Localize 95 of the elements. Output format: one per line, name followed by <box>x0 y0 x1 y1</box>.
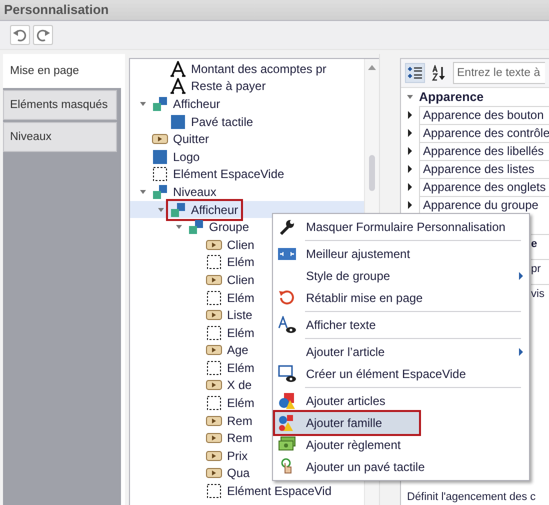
expand-icon[interactable] <box>408 183 412 191</box>
categorized-button[interactable] <box>405 63 425 83</box>
tree-item[interactable]: Rem <box>227 431 252 446</box>
menu-item[interactable]: Meilleur ajustement <box>275 243 527 265</box>
menu-item[interactable]: Masquer Formulaire Personnalisation <box>275 216 527 238</box>
expand-icon[interactable] <box>408 111 412 119</box>
expander-icon[interactable] <box>140 190 146 194</box>
tile-icon <box>152 148 168 165</box>
property-value: pr <box>531 259 549 278</box>
tree-item[interactable]: Clien <box>227 238 254 252</box>
menu-item[interactable]: Afficher texte <box>275 314 527 336</box>
empty-space-icon <box>206 254 222 270</box>
text-field-icon <box>170 60 186 77</box>
tree-item[interactable]: Elém <box>227 326 254 340</box>
tree-item[interactable]: X de <box>227 378 252 392</box>
empty-space-icon <box>152 166 168 182</box>
menu-item[interactable]: Créer un élément EspaceVide <box>275 363 527 385</box>
fit-icon <box>278 245 296 263</box>
shapes-icon <box>278 414 296 432</box>
expand-icon[interactable] <box>408 201 412 209</box>
undo-button[interactable] <box>10 25 30 45</box>
menu-item[interactable]: Ajouter l’article <box>275 341 527 363</box>
scroll-thumb[interactable] <box>369 155 375 191</box>
expand-icon[interactable] <box>408 165 412 173</box>
window-title: Personnalisation <box>4 2 109 17</box>
tree-item[interactable]: Niveaux <box>173 184 216 199</box>
menu-item[interactable]: Ajouter un pavé tactile <box>275 456 527 478</box>
tree-item[interactable]: Elément EspaceVide <box>173 167 284 182</box>
empty-space-icon <box>206 395 222 412</box>
tab[interactable]: Mise en page <box>3 54 121 88</box>
property-name: Apparence des libellés <box>419 142 549 160</box>
tree-item[interactable]: Clien <box>227 272 254 287</box>
expander-icon[interactable] <box>158 208 164 212</box>
tab[interactable]: Eléments masqués <box>3 90 117 120</box>
wrench-icon <box>278 218 296 236</box>
group-icon <box>188 219 204 236</box>
expand-icon[interactable] <box>408 129 412 137</box>
sort-icon <box>431 65 447 81</box>
property-name: Apparence des bouton <box>419 106 549 124</box>
tree-item[interactable]: Reste à payer <box>191 79 266 94</box>
menu-item[interactable]: Ajouter règlement <box>275 434 527 456</box>
search-field[interactable]: Entrez le texte à <box>453 62 545 84</box>
group-icon <box>152 96 168 112</box>
shapes-icon <box>278 392 296 410</box>
undo-icon <box>12 27 28 43</box>
tree-item[interactable]: Logo <box>173 150 200 164</box>
reset-icon <box>278 289 296 307</box>
submenu-arrow-icon <box>519 272 523 280</box>
tab[interactable]: Niveaux <box>3 122 117 152</box>
empty-space-icon <box>206 483 222 500</box>
tree-item[interactable]: Montant des acomptes pr <box>191 62 326 76</box>
expander-icon[interactable] <box>140 102 146 106</box>
property-name: Apparence des contrôle <box>419 124 549 142</box>
submenu-arrow-icon <box>519 348 523 356</box>
tree-item[interactable]: Pavé tactile <box>191 114 254 129</box>
menu-item[interactable]: Ajouter famille <box>275 412 419 434</box>
empty-space-icon <box>206 290 222 306</box>
tile-icon <box>170 114 186 130</box>
category-label: e <box>531 234 549 253</box>
text-eye-icon <box>278 316 296 334</box>
empty-space-icon <box>206 324 222 341</box>
empty-space-icon <box>206 360 222 376</box>
collapse-icon[interactable] <box>407 95 413 99</box>
tree-item[interactable]: Prix <box>227 448 248 463</box>
expander-icon[interactable] <box>176 225 182 230</box>
tree-item[interactable]: Qua <box>227 466 250 480</box>
scroll-up-icon <box>368 65 376 70</box>
tree-item[interactable]: Elém <box>227 396 254 410</box>
tree-item[interactable]: Groupe <box>209 220 250 234</box>
tree-item[interactable]: Liste <box>227 308 252 322</box>
menu-item[interactable]: Style de groupe <box>275 265 527 287</box>
tree-item[interactable]: Quitter <box>173 132 210 146</box>
tree-item[interactable]: Elément EspaceVid <box>227 484 332 498</box>
frame-eye-icon <box>278 365 296 383</box>
tree-item[interactable]: Age <box>227 343 248 358</box>
tree-item[interactable]: Elém <box>227 360 254 375</box>
tree-item[interactable]: Elém <box>227 290 254 305</box>
tree-item[interactable]: Rem <box>227 414 252 428</box>
property-name: Apparence des listes <box>419 160 549 178</box>
redo-icon <box>35 27 51 43</box>
tree-item[interactable]: Afficheur <box>173 96 220 111</box>
menu-item[interactable]: Ajouter articles <box>275 390 527 412</box>
tree-item[interactable]: Afficheur <box>191 202 238 217</box>
redo-button[interactable] <box>33 25 53 45</box>
tree-item[interactable]: Elém <box>227 255 254 270</box>
property-description: Définit l'agencement des c <box>407 491 536 503</box>
text-field-icon <box>170 78 186 94</box>
category-label: Apparence <box>419 90 484 104</box>
list-icon <box>407 65 423 81</box>
property-name: Apparence des onglets <box>419 178 549 196</box>
group-icon <box>170 202 186 218</box>
group-icon <box>152 184 168 200</box>
expand-icon[interactable] <box>408 147 412 155</box>
menu-item[interactable]: Rétablir mise en page <box>275 287 527 309</box>
property-value: vis <box>531 284 549 303</box>
